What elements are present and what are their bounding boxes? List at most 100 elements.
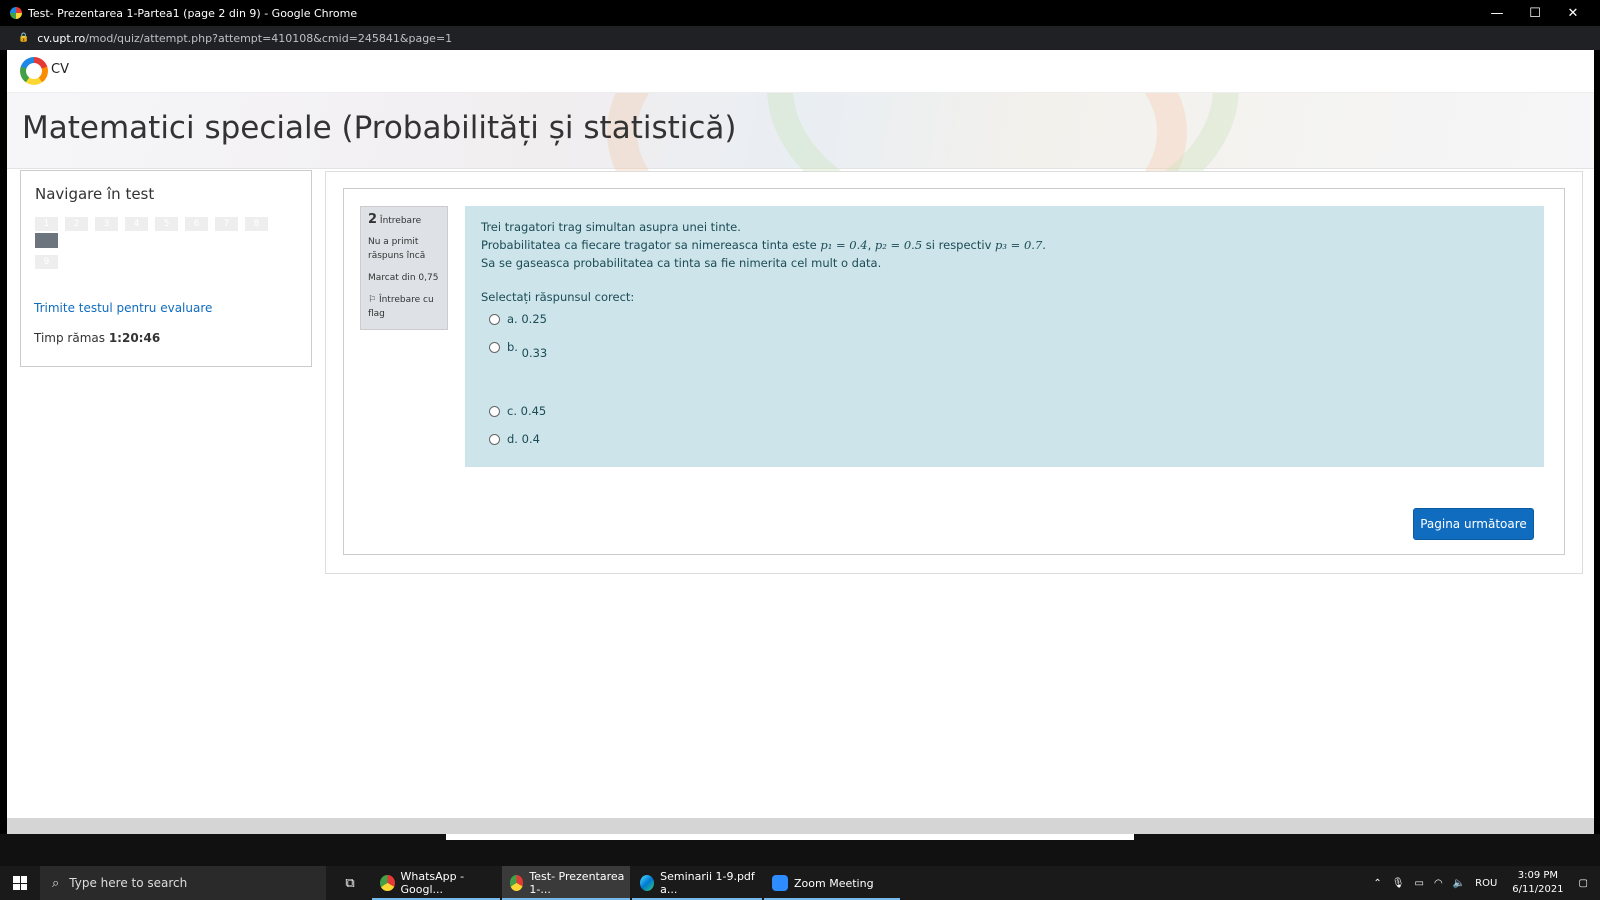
- question-text: Trei tragatori trag simultan asupra unei…: [481, 218, 1046, 272]
- question-content: Trei tragatori trag simultan asupra unei…: [465, 206, 1544, 467]
- maximize-icon[interactable]: ☐: [1516, 0, 1554, 26]
- quiz-nav-question-9[interactable]: 9: [35, 255, 58, 286]
- background-pdf-window-edge: [446, 834, 1134, 840]
- window-title: Test- Prezentarea 1-Partea1 (page 2 din …: [28, 6, 358, 20]
- question-status-bar: [35, 233, 58, 248]
- quiz-nav-question-5[interactable]: 5: [155, 217, 178, 248]
- site-navbar: CV: [7, 50, 1594, 93]
- question-number: 6: [185, 217, 208, 231]
- question-container: 2 Întrebare Nu a primit răspuns încă Mar…: [343, 188, 1565, 555]
- question-status-bar: [35, 271, 58, 286]
- answer-value: 0.45: [520, 404, 547, 418]
- quiz-nav-question-3[interactable]: 3: [95, 217, 118, 248]
- wifi-icon[interactable]: ◠: [1434, 878, 1443, 889]
- site-logo-text[interactable]: CV: [51, 62, 69, 77]
- question-status-bar: [215, 233, 238, 248]
- taskbar-search[interactable]: ⌕ Type here to search: [40, 866, 326, 900]
- answer-option-c[interactable]: c. 0.45: [489, 404, 546, 418]
- taskbar-app-chrome-quiz[interactable]: Test- Prezentarea 1-...: [502, 866, 630, 900]
- answer-radio[interactable]: [489, 434, 500, 445]
- battery-icon[interactable]: ▭: [1414, 878, 1423, 889]
- answer-option-d[interactable]: d. 0.4: [489, 432, 540, 446]
- question-number: 7: [215, 217, 238, 231]
- close-icon[interactable]: ✕: [1554, 0, 1592, 26]
- chevron-up-icon[interactable]: ⌃: [1373, 878, 1381, 889]
- window-border-right: [1594, 50, 1600, 866]
- taskbar-app-zoom[interactable]: Zoom Meeting: [764, 866, 900, 900]
- search-icon: ⌕: [52, 875, 60, 891]
- question-number: 3: [95, 217, 118, 231]
- windows-taskbar: ⌕ Type here to search ⧉ WhatsApp - Googl…: [0, 866, 1600, 900]
- question-number-label: 2 Întrebare: [368, 213, 421, 228]
- quiz-nav-question-current[interactable]: [35, 217, 58, 248]
- flag-question-toggle[interactable]: ⚐ Întrebare cu flag: [368, 293, 443, 321]
- question-text-line2-prefix: Probabilitatea ca fiecare tragator sa ni…: [481, 238, 821, 252]
- quiz-nav-question-8[interactable]: 8: [245, 217, 268, 248]
- site-logo-icon[interactable]: [20, 57, 48, 85]
- quiz-nav-question-6[interactable]: 6: [185, 217, 208, 248]
- timer-label: Timp rămas: [34, 331, 105, 345]
- flag-label: Întrebare cu flag: [368, 295, 434, 319]
- quiz-nav-question-4[interactable]: 4: [125, 217, 148, 248]
- volume-icon[interactable]: 🔈: [1453, 878, 1465, 889]
- answer-radio[interactable]: [489, 342, 500, 353]
- start-button[interactable]: [0, 866, 40, 900]
- question-status-bar: [155, 233, 178, 248]
- notifications-icon[interactable]: ▢: [1579, 878, 1588, 889]
- taskbar-app-whatsapp[interactable]: WhatsApp - Googl...: [372, 866, 500, 900]
- window-titlebar: Test- Prezentarea 1-Partea1 (page 2 din …: [0, 0, 1600, 26]
- main-region: 2 Întrebare Nu a primit răspuns încă Mar…: [325, 171, 1583, 574]
- edge-icon: [640, 875, 655, 891]
- taskbar-app-label: Zoom Meeting: [794, 876, 874, 890]
- submit-quiz-link[interactable]: Trimite testul pentru evaluare: [34, 301, 212, 315]
- answer-letter: c.: [507, 404, 517, 418]
- flag-icon: ⚐: [368, 295, 377, 305]
- question-text-line3: Sa se gaseasca probabilitatea ca tinta s…: [481, 256, 882, 270]
- search-placeholder: Type here to search: [69, 876, 188, 890]
- math-separator: ,: [867, 238, 875, 252]
- answer-option-b[interactable]: b. 0.33: [489, 340, 547, 360]
- web-page: CV Matematici speciale (Probabilități și…: [7, 50, 1594, 834]
- system-tray: ⌃ 🎙 ▭ ◠ 🔈 ROU 3:09 PM 6/11/2021 ▢: [1368, 866, 1600, 900]
- math-p2: p₂ = 0.5: [874, 238, 923, 252]
- answer-value: 0.25: [521, 312, 547, 326]
- lock-icon: 🔒: [18, 33, 30, 43]
- next-page-button[interactable]: Pagina următoare: [1413, 508, 1534, 540]
- quiz-navigation-heading: Navigare în test: [35, 185, 155, 203]
- microphone-icon[interactable]: 🎙: [1392, 878, 1405, 889]
- question-state: Nu a primit răspuns încă: [368, 237, 426, 261]
- clock-time: 3:09 PM: [1517, 870, 1559, 881]
- quiz-nav-question-7[interactable]: 7: [215, 217, 238, 248]
- question-grade: Marcat din 0,75: [368, 273, 439, 283]
- page-footer: [7, 818, 1594, 834]
- taskbar-clock[interactable]: 3:09 PM 6/11/2021: [1512, 869, 1563, 897]
- answer-value: 0.33: [521, 346, 548, 360]
- url-host: cv.upt.ro: [37, 31, 86, 45]
- task-view-icon[interactable]: ⧉: [336, 866, 364, 900]
- taskbar-app-edge-pdf[interactable]: Seminarii 1-9.pdf a...: [632, 866, 762, 900]
- taskbar-app-label: Test- Prezentarea 1-...: [529, 870, 625, 896]
- question-status-bar: [125, 233, 148, 248]
- question-status-bar: [185, 233, 208, 248]
- answer-radio[interactable]: [489, 314, 500, 325]
- question-status-bar: [95, 233, 118, 248]
- math-p3: p₃ = 0.7: [995, 238, 1043, 252]
- windows-logo-icon: [13, 876, 27, 890]
- answer-option-a[interactable]: a. 0.25: [489, 312, 547, 326]
- answer-letter: b.: [507, 340, 518, 354]
- question-info: 2 Întrebare Nu a primit răspuns încă Mar…: [360, 206, 448, 330]
- question-text-line1: Trei tragatori trag simultan asupra unei…: [481, 220, 741, 234]
- question-number: 2: [65, 217, 88, 231]
- chrome-icon: [510, 875, 524, 891]
- question-number: 8: [245, 217, 268, 231]
- answer-radio[interactable]: [489, 406, 500, 417]
- language-indicator[interactable]: ROU: [1475, 878, 1497, 889]
- minimize-icon[interactable]: —: [1478, 0, 1516, 26]
- clock-date: 6/11/2021: [1512, 884, 1564, 895]
- question-text-line2: Probabilitatea ca fiecare tragator sa ni…: [481, 236, 1046, 254]
- answer-letter: d.: [507, 432, 518, 446]
- answer-letter: a.: [507, 312, 518, 326]
- address-bar[interactable]: 🔒 cv.upt.ro /mod/quiz/attempt.php?attemp…: [0, 26, 1600, 50]
- chrome-icon: [10, 7, 22, 19]
- quiz-nav-question-2[interactable]: 2: [65, 217, 88, 248]
